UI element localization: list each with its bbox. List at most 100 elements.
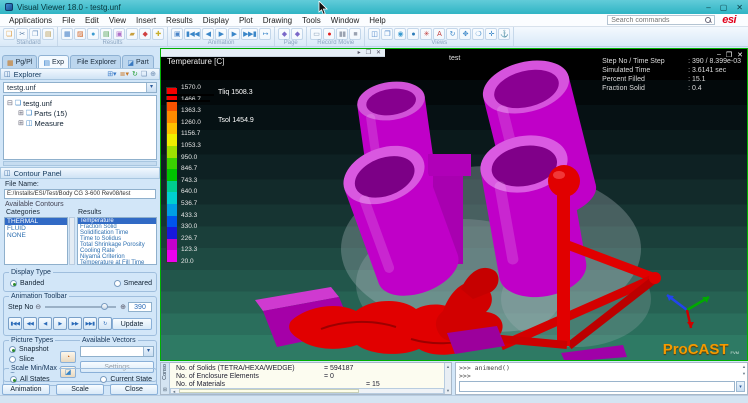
search-icon[interactable] [705,17,712,24]
scale-radio[interactable]: All States [10,376,50,383]
rotate-view-icon[interactable]: ↻ [446,28,458,40]
console-tab[interactable]: Conso ⊞ [161,363,170,394]
step-value-field[interactable]: 390 [128,302,152,312]
category-item[interactable]: FLUID [5,225,67,232]
annotate-icon[interactable]: A [433,28,445,40]
globe-icon[interactable]: ◉ [394,28,406,40]
close-button[interactable]: ✕ [736,3,743,12]
step-slider[interactable] [45,306,116,308]
menu-item[interactable]: Results [161,16,198,25]
menu-item[interactable]: Applications [4,16,57,25]
anim-last-icon[interactable]: ▶▶▮ [241,28,258,40]
page-view-icon[interactable]: ❐ [381,28,393,40]
model-file-combobox[interactable]: testg.unf ▾ [3,82,157,93]
slider-plus-icon[interactable]: ⊕ [120,303,126,311]
scale-button[interactable]: Scale [56,384,104,395]
python-command-input[interactable] [459,381,735,392]
tools-icon[interactable]: ✚ [152,28,164,40]
sphere-result-icon[interactable]: ● [87,28,99,40]
anim-export-icon[interactable]: ↦ [259,28,271,40]
dock-expand-button[interactable]: ▸ [358,49,361,56]
menu-item[interactable]: File [57,16,80,25]
anim-next-icon[interactable]: ▶ [228,28,240,40]
tree-expander-icon[interactable]: ⊞ [18,109,24,117]
anchor-icon[interactable]: ⚓ [498,28,510,40]
axis-star-icon[interactable]: ✳ [420,28,432,40]
pan-icon[interactable]: ✥ [459,28,471,40]
anim-prev-button[interactable]: ◀ [38,317,52,330]
maximize-button[interactable]: ▢ [720,3,728,12]
category-item[interactable]: NONE [5,232,67,239]
slider-minus-icon[interactable]: ⊖ [35,303,41,311]
anim-first-button[interactable]: ▮◀◀ [8,317,22,330]
console-vertical-scrollbar[interactable]: ▲▼ [444,363,451,394]
chevron-down-icon[interactable]: ▾ [143,347,153,356]
sidebar-tab[interactable]: ▤Exp [38,55,69,68]
record-icon[interactable]: ● [323,28,335,40]
contour-map-icon[interactable]: ▨ [74,28,86,40]
category-item[interactable]: THERMAL [5,218,67,225]
menu-item[interactable]: Plot [234,16,258,25]
camera-icon[interactable]: ▭ [310,28,322,40]
tree-item[interactable]: ⊞ ❏ Parts (15) [18,108,156,118]
chevron-down-icon[interactable]: ▾ [146,83,156,92]
scrollbar-thumb[interactable] [179,389,359,393]
refresh-icon[interactable]: ↻ [132,70,138,78]
menu-item[interactable]: Help [364,16,390,25]
page-next-icon[interactable]: ◆ [291,28,303,40]
tree-expander-icon[interactable]: ⊟ [7,99,13,107]
dock-float-button[interactable]: ❐ [366,49,371,56]
palette-icon[interactable]: ▣ [113,28,125,40]
sidebar-tab[interactable]: ▦Pg/Pl [2,55,37,68]
anim-loop-button[interactable]: ↻ [98,317,112,330]
file-name-field[interactable]: E:/Installs/ESI/Test/Body CG 3-600 Rev08… [4,189,156,199]
menu-item[interactable]: Display [198,16,234,25]
panel-splitter[interactable] [3,161,157,166]
dock-close-button[interactable]: ✕ [376,49,381,56]
tree-item[interactable]: ⊟ ❏ testg.unf [7,98,156,108]
result-item[interactable]: Temperature at Fill Time [78,260,156,265]
animation-setup-icon[interactable]: ▣ [171,28,183,40]
anim-first-icon[interactable]: ▮◀◀ [184,28,201,40]
anim-forward-button[interactable]: ▶▶ [68,317,82,330]
menu-item[interactable]: Drawing [258,16,297,25]
chevron-down-icon[interactable]: ▾ [736,381,745,392]
menu-item[interactable]: Insert [131,16,161,25]
scale-radio[interactable]: Current State [100,376,152,383]
chart-icon[interactable]: ▤ [100,28,112,40]
page-prev-icon[interactable]: ◆ [278,28,290,40]
anim-rewind-button[interactable]: ◀◀ [23,317,37,330]
fit-view-icon[interactable]: ✛ [485,28,497,40]
menu-item[interactable]: Window [326,16,364,25]
menu-item[interactable]: Tools [297,16,326,25]
display-type-radio[interactable]: Smeared [114,280,152,287]
sort-icon[interactable]: ≣▾ [120,70,129,78]
scroll-left-icon[interactable]: ◄ [172,389,176,394]
filter-icon[interactable]: ⊞▾ [107,70,116,78]
anim-prev-icon[interactable]: ◀ [202,28,214,40]
report-icon[interactable]: ▰ [126,28,138,40]
stop-icon[interactable]: ■ [349,28,361,40]
pause-icon[interactable]: ▮▮ [336,28,348,40]
paste-icon[interactable]: ▤ [42,28,54,40]
anim-play-button[interactable]: ▶ [53,317,67,330]
close-button[interactable]: Close [110,384,158,395]
console-horizontal-scrollbar[interactable]: ◄ [170,388,444,394]
vectors-combobox[interactable]: ▾ [80,346,154,357]
animation-button[interactable]: Animation [2,384,50,395]
menu-item[interactable]: View [104,16,131,25]
slider-thumb[interactable] [101,303,108,310]
minimize-button[interactable]: – [706,3,710,12]
python-scrollbar[interactable]: ▲▼ [742,364,746,376]
plot-table-icon[interactable]: ▦ [61,28,73,40]
zoom-icon[interactable]: ❍ [472,28,484,40]
shade-view-icon[interactable]: ● [407,28,419,40]
add-icon[interactable]: ⊕ [150,70,156,78]
slice-tool-button[interactable]: ◔ [60,351,76,363]
window-layout-icon[interactable]: ◫ [368,28,380,40]
sidebar-tab[interactable]: ◪Part [122,55,153,68]
picture-type-radio[interactable]: Slice [9,356,49,363]
tree-item[interactable]: ⊞ ◫ Measure [18,118,156,128]
anim-last-button[interactable]: ▶▶▮ [83,317,97,330]
tree-expander-icon[interactable]: ⊞ [18,119,24,127]
